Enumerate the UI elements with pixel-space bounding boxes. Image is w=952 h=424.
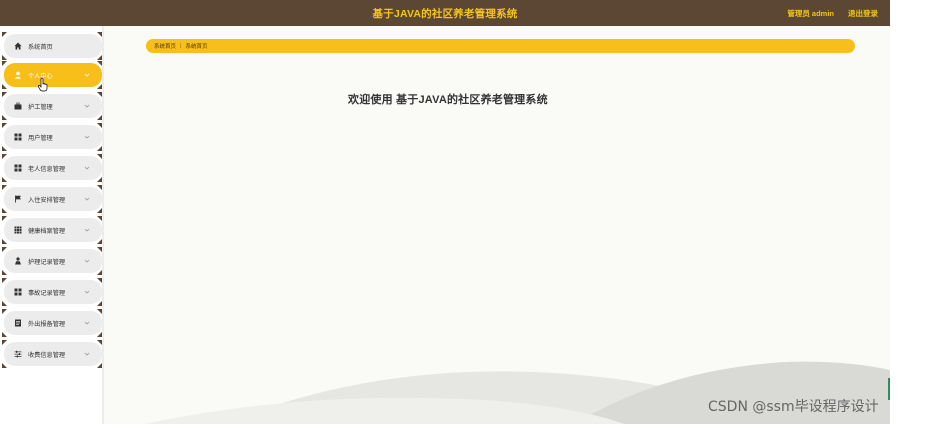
sidebar: 系统首页 个人中心 护工管理 用户管理 老人信息管理 入住安排管理 健康档案管理… <box>0 26 104 424</box>
app-window: 基于JAVA的社区养老管理系统 管理员 admin 退出登录 系统首页 个人中心 <box>0 0 890 424</box>
chevron-down-icon <box>84 73 90 77</box>
sidebar-item-label: 事故记录管理 <box>28 289 66 297</box>
person-icon <box>14 257 22 265</box>
sidebar-item-accident-records[interactable]: 事故记录管理 <box>2 278 102 306</box>
welcome-message: 欢迎使用 基于JAVA的社区养老管理系统 <box>348 94 548 106</box>
top-header: 基于JAVA的社区养老管理系统 管理员 admin 退出登录 <box>0 0 890 26</box>
current-user-label: 管理员 admin <box>787 8 834 18</box>
sidebar-item-label: 护工管理 <box>28 103 53 111</box>
document-icon <box>14 319 22 327</box>
chevron-down-icon <box>84 228 90 232</box>
sidebar-item-outing-reports[interactable]: 外出报备管理 <box>2 309 102 337</box>
sidebar-item-label: 老人信息管理 <box>28 165 66 173</box>
table-icon <box>14 226 22 234</box>
logout-link[interactable]: 退出登录 <box>848 8 878 19</box>
sidebar-item-label: 外出报备管理 <box>28 320 66 328</box>
breadcrumb: 系统首页 | 系统首页 <box>146 39 855 53</box>
flag-icon <box>14 195 22 203</box>
grid-icon <box>14 133 22 141</box>
sidebar-item-users[interactable]: 用户管理 <box>2 123 102 151</box>
sidebar-item-label: 系统首页 <box>28 43 53 51</box>
hand-pointer-icon <box>38 78 48 92</box>
chevron-down-icon <box>84 259 90 263</box>
sidebar-item-label: 健康档案管理 <box>28 227 66 235</box>
sidebar-item-personal-center[interactable]: 个人中心 <box>2 61 102 89</box>
chevron-down-icon <box>84 321 90 325</box>
sidebar-item-home[interactable]: 系统首页 <box>2 32 102 60</box>
edge-marker <box>888 378 890 400</box>
breadcrumb-current: 系统首页 <box>185 44 208 50</box>
sidebar-item-health-records[interactable]: 健康档案管理 <box>2 216 102 244</box>
app-title: 基于JAVA的社区养老管理系统 <box>372 7 518 20</box>
grid-icon <box>14 164 22 172</box>
briefcase-icon <box>14 102 22 110</box>
chevron-down-icon <box>84 166 90 170</box>
breadcrumb-separator: | <box>180 43 182 49</box>
sidebar-item-caregiver[interactable]: 护工管理 <box>2 92 102 120</box>
sidebar-item-label: 用户管理 <box>28 134 53 142</box>
chevron-down-icon <box>84 197 90 201</box>
sliders-icon <box>14 350 22 358</box>
grid-icon <box>14 288 22 296</box>
watermark: CSDN @ssm毕设程序设计 <box>708 399 879 415</box>
breadcrumb-home[interactable]: 系统首页 <box>154 42 176 50</box>
sidebar-item-label: 入住安排管理 <box>28 196 66 204</box>
header-user-area: 管理员 admin 退出登录 <box>787 0 878 26</box>
user-icon <box>14 71 22 79</box>
chevron-down-icon <box>84 352 90 356</box>
chevron-down-icon <box>84 290 90 294</box>
sidebar-item-checkin-arrangement[interactable]: 入住安排管理 <box>2 185 102 213</box>
sidebar-item-label: 收费信息管理 <box>28 351 66 359</box>
chevron-down-icon <box>84 135 90 139</box>
chevron-down-icon <box>84 104 90 108</box>
home-icon <box>14 42 22 50</box>
sidebar-item-elderly-info[interactable]: 老人信息管理 <box>2 154 102 182</box>
sidebar-item-care-records[interactable]: 护理记录管理 <box>2 247 102 275</box>
sidebar-item-label: 护理记录管理 <box>28 258 66 266</box>
sidebar-item-fee-info[interactable]: 收费信息管理 <box>2 340 102 368</box>
